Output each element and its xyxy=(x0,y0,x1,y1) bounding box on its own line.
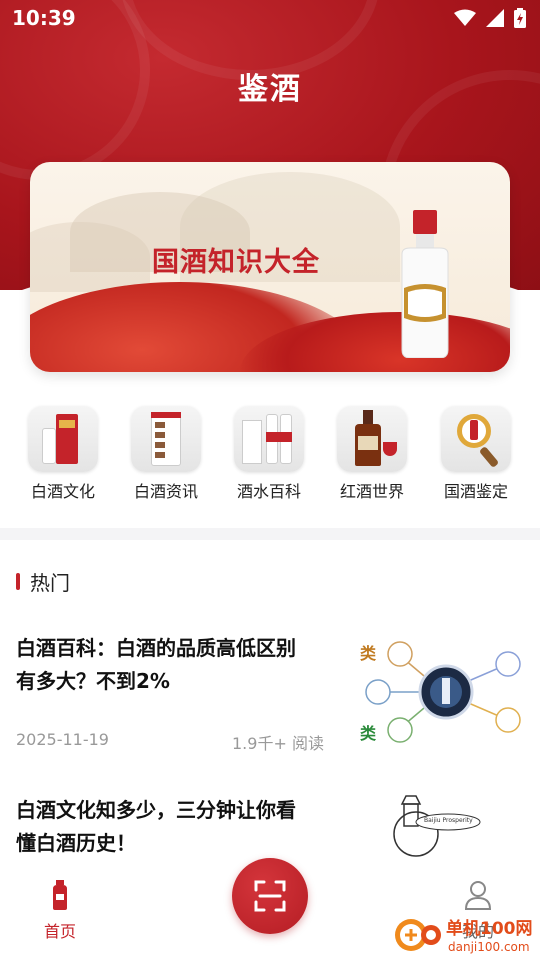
nav-home[interactable]: 首页 xyxy=(30,880,90,942)
thumb-text-top: 类 xyxy=(360,644,377,663)
baijiu-culture-icon xyxy=(28,406,98,472)
liquor-appraisal-icon xyxy=(441,406,511,472)
nav-home-label: 首页 xyxy=(43,922,76,941)
wifi-icon xyxy=(454,9,476,26)
category-label: 酒水百科 xyxy=(236,482,301,501)
category-label: 白酒资讯 xyxy=(133,482,198,501)
article-thumbnail: 类 类 xyxy=(358,632,528,752)
section-divider xyxy=(0,528,540,540)
wine-world-icon xyxy=(337,406,407,472)
section-accent-bar xyxy=(16,572,20,590)
category-grid: 白酒文化 白酒资讯 酒水百科 红酒世界 国酒鉴定 xyxy=(0,406,540,506)
category-baijiu-culture[interactable]: 白酒文化 xyxy=(13,406,113,502)
watermark-text: 单机100网 xyxy=(446,919,533,939)
category-wine-world[interactable]: 红酒世界 xyxy=(322,406,422,502)
baijiu-news-icon xyxy=(131,406,201,472)
page-title: 鉴酒 xyxy=(238,72,302,107)
hot-section-title: 热门 xyxy=(30,570,70,595)
category-baijiu-news[interactable]: 白酒资讯 xyxy=(116,406,216,502)
battery-charging-icon xyxy=(514,8,526,28)
category-liquor-appraisal[interactable]: 国酒鉴定 xyxy=(426,406,526,502)
scan-button[interactable] xyxy=(232,858,308,934)
watermark-url: danji100.com xyxy=(448,940,530,954)
status-time: 10:39 xyxy=(12,6,76,30)
scan-icon xyxy=(254,880,286,912)
article-title: 白酒文化知多少，三分钟让你看 懂白酒历史！ xyxy=(16,798,296,855)
watermark: 单机100网 danji100.com xyxy=(390,912,540,960)
category-label: 红酒世界 xyxy=(339,482,404,501)
article-card[interactable]: 白酒百科：白酒的品质高低区别 有多大？不到2% 2025-11-19 1.9千+… xyxy=(0,630,540,760)
thumb-text: Baijiu Prosperity xyxy=(424,817,473,824)
article-title: 白酒百科：白酒的品质高低区别 有多大？不到2% xyxy=(16,636,296,693)
user-icon xyxy=(464,881,492,910)
watermark-logo-icon xyxy=(395,919,441,951)
article-read-count: 1.9千+ 阅读 xyxy=(232,734,324,753)
banner[interactable]: 国酒知识大全 xyxy=(30,162,510,372)
liquor-encyclopedia-icon xyxy=(234,406,304,472)
thumb-text-bottom: 类 xyxy=(360,724,377,743)
article-date: 2025-11-19 xyxy=(16,730,109,749)
liquor-bottle-icon xyxy=(401,210,449,358)
banner-text: 国酒知识大全 xyxy=(152,247,320,278)
signal-icon xyxy=(486,9,504,27)
article-card[interactable]: 白酒文化知多少，三分钟让你看 懂白酒历史！ Baijiu Prosperity xyxy=(0,792,540,860)
category-liquor-encyclopedia[interactable]: 酒水百科 xyxy=(219,406,319,502)
bottle-icon xyxy=(53,880,67,910)
hot-section-header: 热门 xyxy=(16,568,70,595)
category-label: 国酒鉴定 xyxy=(443,482,508,501)
category-label: 白酒文化 xyxy=(30,482,95,501)
status-bar: 10:39 xyxy=(0,0,540,36)
article-thumbnail: Baijiu Prosperity xyxy=(358,792,528,860)
